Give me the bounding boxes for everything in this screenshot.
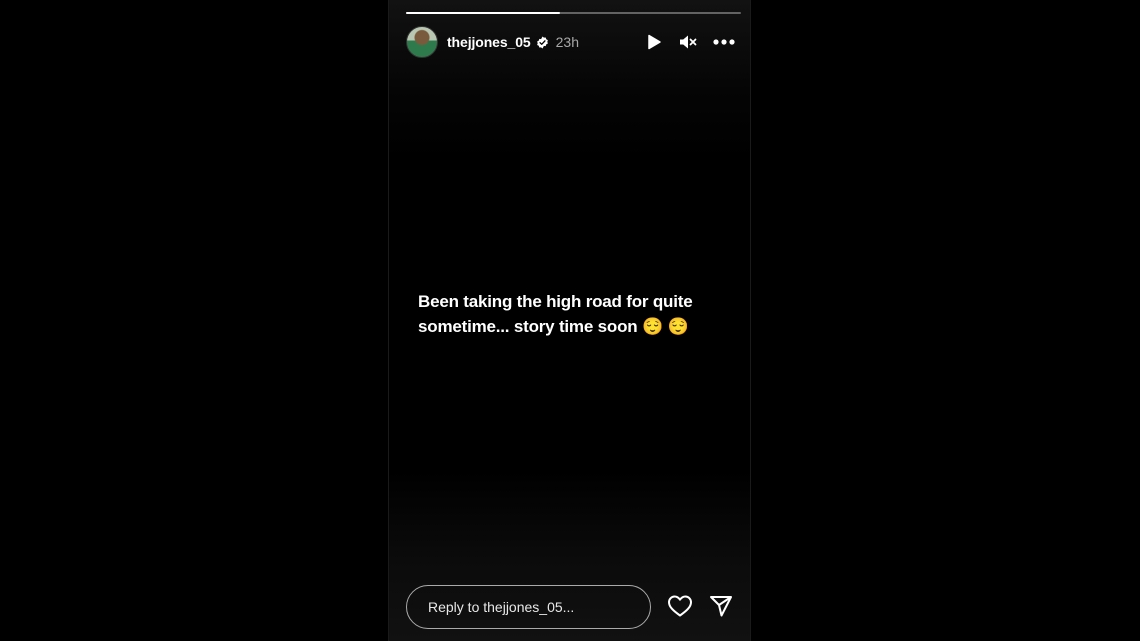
speaker-muted-icon <box>680 35 697 49</box>
mute-button[interactable] <box>679 33 713 51</box>
more-options-button[interactable] <box>713 39 735 45</box>
play-button[interactable] <box>646 34 679 50</box>
caption-line: Been taking the high road for quite <box>418 292 693 311</box>
story-progress-bar <box>406 12 741 14</box>
more-options-icon <box>713 39 735 45</box>
post-time: 23h <box>555 34 579 50</box>
story-progress-fill <box>406 12 561 14</box>
username[interactable]: thejjones_05 <box>447 34 531 50</box>
caption-line: sometime... story time soon 😌 😌 <box>418 317 689 336</box>
reply-input[interactable]: Reply to thejjones_05... <box>406 585 651 629</box>
story-header: thejjones_05 23h <box>406 25 741 59</box>
verified-badge-icon <box>536 36 548 48</box>
reply-placeholder: Reply to thejjones_05... <box>428 599 575 615</box>
story-controls <box>646 25 735 59</box>
send-icon[interactable] <box>709 594 733 618</box>
story-viewer: thejjones_05 23h Been taking the high ro… <box>388 0 751 641</box>
heart-icon[interactable] <box>667 594 693 618</box>
play-icon <box>648 34 661 50</box>
avatar[interactable] <box>406 26 438 58</box>
story-caption: Been taking the high road for quite some… <box>418 289 738 339</box>
